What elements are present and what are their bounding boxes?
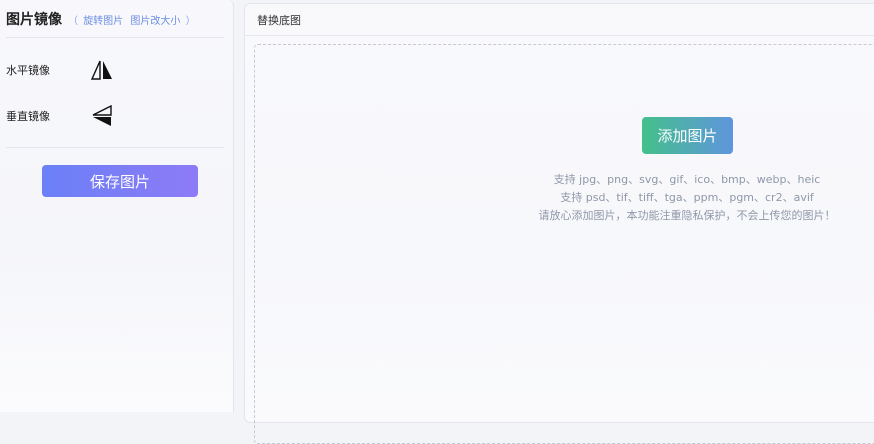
rotate-image-link[interactable]: 旋转图片 [83,16,123,27]
related-links: （ 旋转图片 图片改大小 ） [68,12,196,27]
header-divider [6,37,224,38]
paren-close: ） [185,16,196,27]
add-image-button[interactable]: 添加图片 [642,117,733,154]
privacy-notice: 请放心添加图片，本功能注重隐私保护，不会上传您的图片！ [538,209,836,222]
flip-horizontal-option[interactable]: 水平镜像 [6,57,216,83]
left-panel: 图片镜像 （ 旋转图片 图片改大小 ） 水平镜像 垂直镜像 保存图片 [0,0,234,412]
resize-image-link[interactable]: 图片改大小 [130,16,180,27]
tools-divider [6,147,224,148]
panel-header: 图片镜像 （ 旋转图片 图片改大小 ） [6,9,196,29]
replace-base-image-title: 替换底图 [257,14,301,27]
flip-vertical-icon[interactable] [90,104,114,128]
save-image-button[interactable]: 保存图片 [42,165,198,197]
flip-vertical-option[interactable]: 垂直镜像 [6,103,216,129]
flip-vertical-label: 垂直镜像 [6,110,50,123]
image-drop-zone[interactable] [254,44,874,444]
panel-title: 图片镜像 [6,12,62,28]
flip-horizontal-label: 水平镜像 [6,64,50,77]
supported-formats-line-1: 支持 jpg、png、svg、gif、ico、bmp、webp、heic [553,173,821,186]
right-header-divider [245,35,874,36]
paren-open: （ [68,16,78,27]
supported-formats-line-2: 支持 psd、tif、tiff、tga、ppm、pgm、cr2、avif [560,191,814,204]
flip-horizontal-icon[interactable] [90,58,114,82]
